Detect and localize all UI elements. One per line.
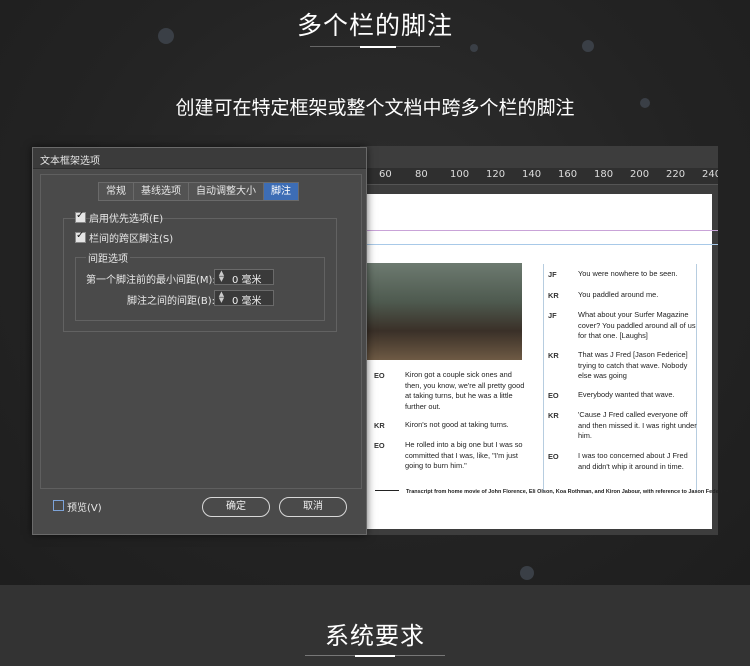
min-space-label: 第一个脚注前的最小间距(M): <box>86 275 216 286</box>
ruler-label: 200 <box>630 169 650 180</box>
ruler-label: 100 <box>450 169 470 180</box>
dialogue-text: You paddled around me. <box>578 290 659 299</box>
space-between-value: 0 毫米 <box>232 296 262 307</box>
speaker-label: JF <box>548 270 557 279</box>
dialog-title: 文本框架选项 <box>40 156 100 167</box>
ruler-label: 60 <box>379 169 392 180</box>
footnote-rule <box>375 490 399 491</box>
dialogue-text: What about your Surfer Magazine cover? Y… <box>578 310 696 341</box>
spacing-group-label: 间距选项 <box>86 250 130 265</box>
dialogue-text: Kiron's not good at taking turns. <box>405 420 509 429</box>
text-frame-options-dialog[interactable]: 文本框架选项 <box>32 147 367 535</box>
column-guide <box>543 264 544 492</box>
speaker-label: KR <box>548 351 559 360</box>
tab-footnotes[interactable]: 脚注 <box>263 182 299 201</box>
tab-baseline-options[interactable]: 基线选项 <box>133 182 188 201</box>
tab-bar: 常规 基线选项 自动调整大小 脚注 <box>98 182 299 201</box>
enable-override-checkbox[interactable] <box>75 210 86 223</box>
ruler-label: 140 <box>522 169 542 180</box>
footnote-text: Transcript from home movie of John Flore… <box>406 489 730 495</box>
enable-override-label: 启用优先选项(E) <box>89 214 164 225</box>
speaker-label: KR <box>548 291 559 300</box>
article-photo <box>366 263 522 360</box>
min-space-value: 0 毫米 <box>232 275 262 286</box>
speaker-label: EO <box>548 391 559 400</box>
tab-general[interactable]: 常规 <box>98 182 133 201</box>
ok-button[interactable]: 确定 <box>202 497 270 517</box>
speaker-label: JF <box>548 311 557 320</box>
spinner-icon[interactable]: ▲ ▼ <box>216 291 227 305</box>
speaker-label: EO <box>374 441 385 450</box>
ruler-label: 80 <box>415 169 428 180</box>
margin-guide <box>360 244 718 245</box>
dialogue-text: Kiron got a couple sick ones and then, y… <box>405 370 525 411</box>
speaker-label: EO <box>548 452 559 461</box>
dialog-titlebar[interactable]: 文本框架选项 <box>33 148 366 169</box>
dialogue-text: You were nowhere to be seen. <box>578 269 678 278</box>
title-divider-accent <box>360 46 396 48</box>
dialogue-text: I was too concerned about J Fred and did… <box>578 451 688 471</box>
spacing-options-group <box>75 257 325 321</box>
ruler-label: 180 <box>594 169 614 180</box>
space-between-label: 脚注之间的间距(B): <box>127 296 216 307</box>
span-columns-label: 栏间的跨区脚注(S) <box>89 234 174 245</box>
speaker-label: KR <box>548 411 559 420</box>
decor-dot <box>470 44 478 52</box>
cancel-button[interactable]: 取消 <box>279 497 347 517</box>
dialogue-text: 'Cause J Fred called everyone off and th… <box>578 410 697 441</box>
min-space-field[interactable]: ▲ ▼ 0 毫米 <box>214 269 274 286</box>
speaker-label: EO <box>374 371 385 380</box>
section-divider-accent <box>355 655 395 657</box>
span-columns-checkbox[interactable] <box>75 230 86 243</box>
ruler-label: 240 <box>702 169 718 180</box>
ruler-label: 160 <box>558 169 578 180</box>
horizontal-ruler[interactable]: 60 80 100 120 140 160 180 200 220 240 <box>360 168 718 185</box>
ruler-label: 220 <box>666 169 686 180</box>
speaker-label: KR <box>374 421 385 430</box>
page-title: 多个栏的脚注 <box>296 11 453 40</box>
spinner-icon[interactable]: ▲ ▼ <box>216 270 227 284</box>
margin-guide <box>360 230 718 231</box>
dialogue-text: That was J Fred [Jason Federice] trying … <box>578 350 688 381</box>
ruler-label: 120 <box>486 169 506 180</box>
space-between-field[interactable]: ▲ ▼ 0 毫米 <box>214 290 274 307</box>
dialogue-text: He rolled into a big one but I was so co… <box>405 440 523 471</box>
preview-checkbox[interactable] <box>53 500 64 511</box>
preview-label: 预览(V) <box>67 503 102 514</box>
dialogue-text: Everybody wanted that wave. <box>578 390 675 399</box>
section-title: 系统要求 <box>325 622 425 650</box>
tab-auto-size[interactable]: 自动调整大小 <box>188 182 263 201</box>
decor-dot <box>520 566 534 580</box>
page-subtitle: 创建可在特定框架或整个文档中跨多个栏的脚注 <box>175 97 575 119</box>
